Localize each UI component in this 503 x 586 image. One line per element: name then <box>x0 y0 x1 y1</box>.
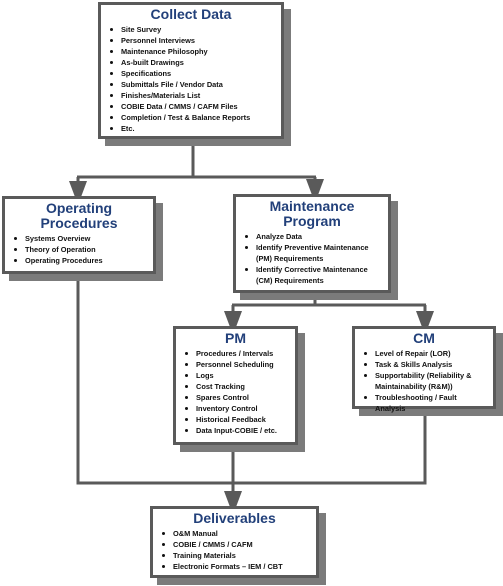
list-item: Theory of Operation <box>14 244 147 255</box>
list-item: Troubleshooting / Fault Analysis <box>364 392 487 414</box>
list-item: Maintenance Philosophy <box>110 46 275 57</box>
list-item: Level of Repair (LOR) <box>364 348 487 359</box>
maintenance-program-box: Maintenance Program Analyze Data Identif… <box>233 194 391 293</box>
list-item: Specifications <box>110 68 275 79</box>
flow-diagram: Collect Data Site Survey Personnel Inter… <box>0 0 503 586</box>
box-title: CM <box>413 330 435 346</box>
list-item: COBIE Data / CMMS / CAFM Files <box>110 101 275 112</box>
item-list: Systems Overview Theory of Operation Ope… <box>11 233 147 266</box>
item-list: Level of Repair (LOR) Task & Skills Anal… <box>361 348 487 414</box>
box-title: Collect Data <box>150 6 232 22</box>
list-item: O&M Manual <box>162 528 310 539</box>
deliverables-box: Deliverables O&M Manual COBIE / CMMS / C… <box>150 506 319 578</box>
list-item: Task & Skills Analysis <box>364 359 487 370</box>
list-item: Etc. <box>110 123 275 134</box>
list-item: Systems Overview <box>14 233 147 244</box>
item-list: O&M Manual COBIE / CMMS / CAFM Training … <box>159 528 310 572</box>
list-item: Data Input-COBIE / etc. <box>185 425 289 436</box>
connector-maintenance <box>232 298 426 307</box>
list-item: Supportability (Reliability & Maintainab… <box>364 370 487 392</box>
list-item: Electronic Formats – IEM / CBT <box>162 561 310 572</box>
list-item: Identify Preventive Maintenance (PM) Req… <box>245 242 382 264</box>
list-item: Spares Control <box>185 392 289 403</box>
list-item: COBIE / CMMS / CAFM <box>162 539 310 550</box>
list-item: Operating Procedures <box>14 255 147 266</box>
list-item: Submittals File / Vendor Data <box>110 79 275 90</box>
list-item: Logs <box>185 370 289 381</box>
item-list: Procedures / Intervals Personnel Schedul… <box>182 348 289 436</box>
list-item: Personnel Interviews <box>110 35 275 46</box>
item-list: Site Survey Personnel Interviews Mainten… <box>107 24 275 134</box>
list-item: Inventory Control <box>185 403 289 414</box>
item-list: Analyze Data Identify Preventive Mainten… <box>242 231 382 286</box>
box-title: Maintenance Program <box>269 198 355 229</box>
list-item: As-built Drawings <box>110 57 275 68</box>
connector-collect <box>77 143 316 179</box>
list-item: Historical Feedback <box>185 414 289 425</box>
list-item: Identify Corrective Maintenance (CM) Req… <box>245 264 382 286</box>
box-title: PM <box>225 330 246 346</box>
operating-procedures-box: Operating Procedures Systems Overview Th… <box>2 196 156 274</box>
collect-data-box: Collect Data Site Survey Personnel Inter… <box>98 2 284 139</box>
list-item: Cost Tracking <box>185 381 289 392</box>
list-item: Completion / Test & Balance Reports <box>110 112 275 123</box>
list-item: Procedures / Intervals <box>185 348 289 359</box>
list-item: Personnel Scheduling <box>185 359 289 370</box>
box-title: Operating Procedures <box>40 200 118 231</box>
list-item: Training Materials <box>162 550 310 561</box>
list-item: Site Survey <box>110 24 275 35</box>
list-item: Finishes/Materials List <box>110 90 275 101</box>
cm-box: CM Level of Repair (LOR) Task & Skills A… <box>352 326 496 413</box>
pm-box: PM Procedures / Intervals Personnel Sche… <box>173 326 298 445</box>
box-title: Deliverables <box>193 510 276 526</box>
list-item: Analyze Data <box>245 231 382 242</box>
